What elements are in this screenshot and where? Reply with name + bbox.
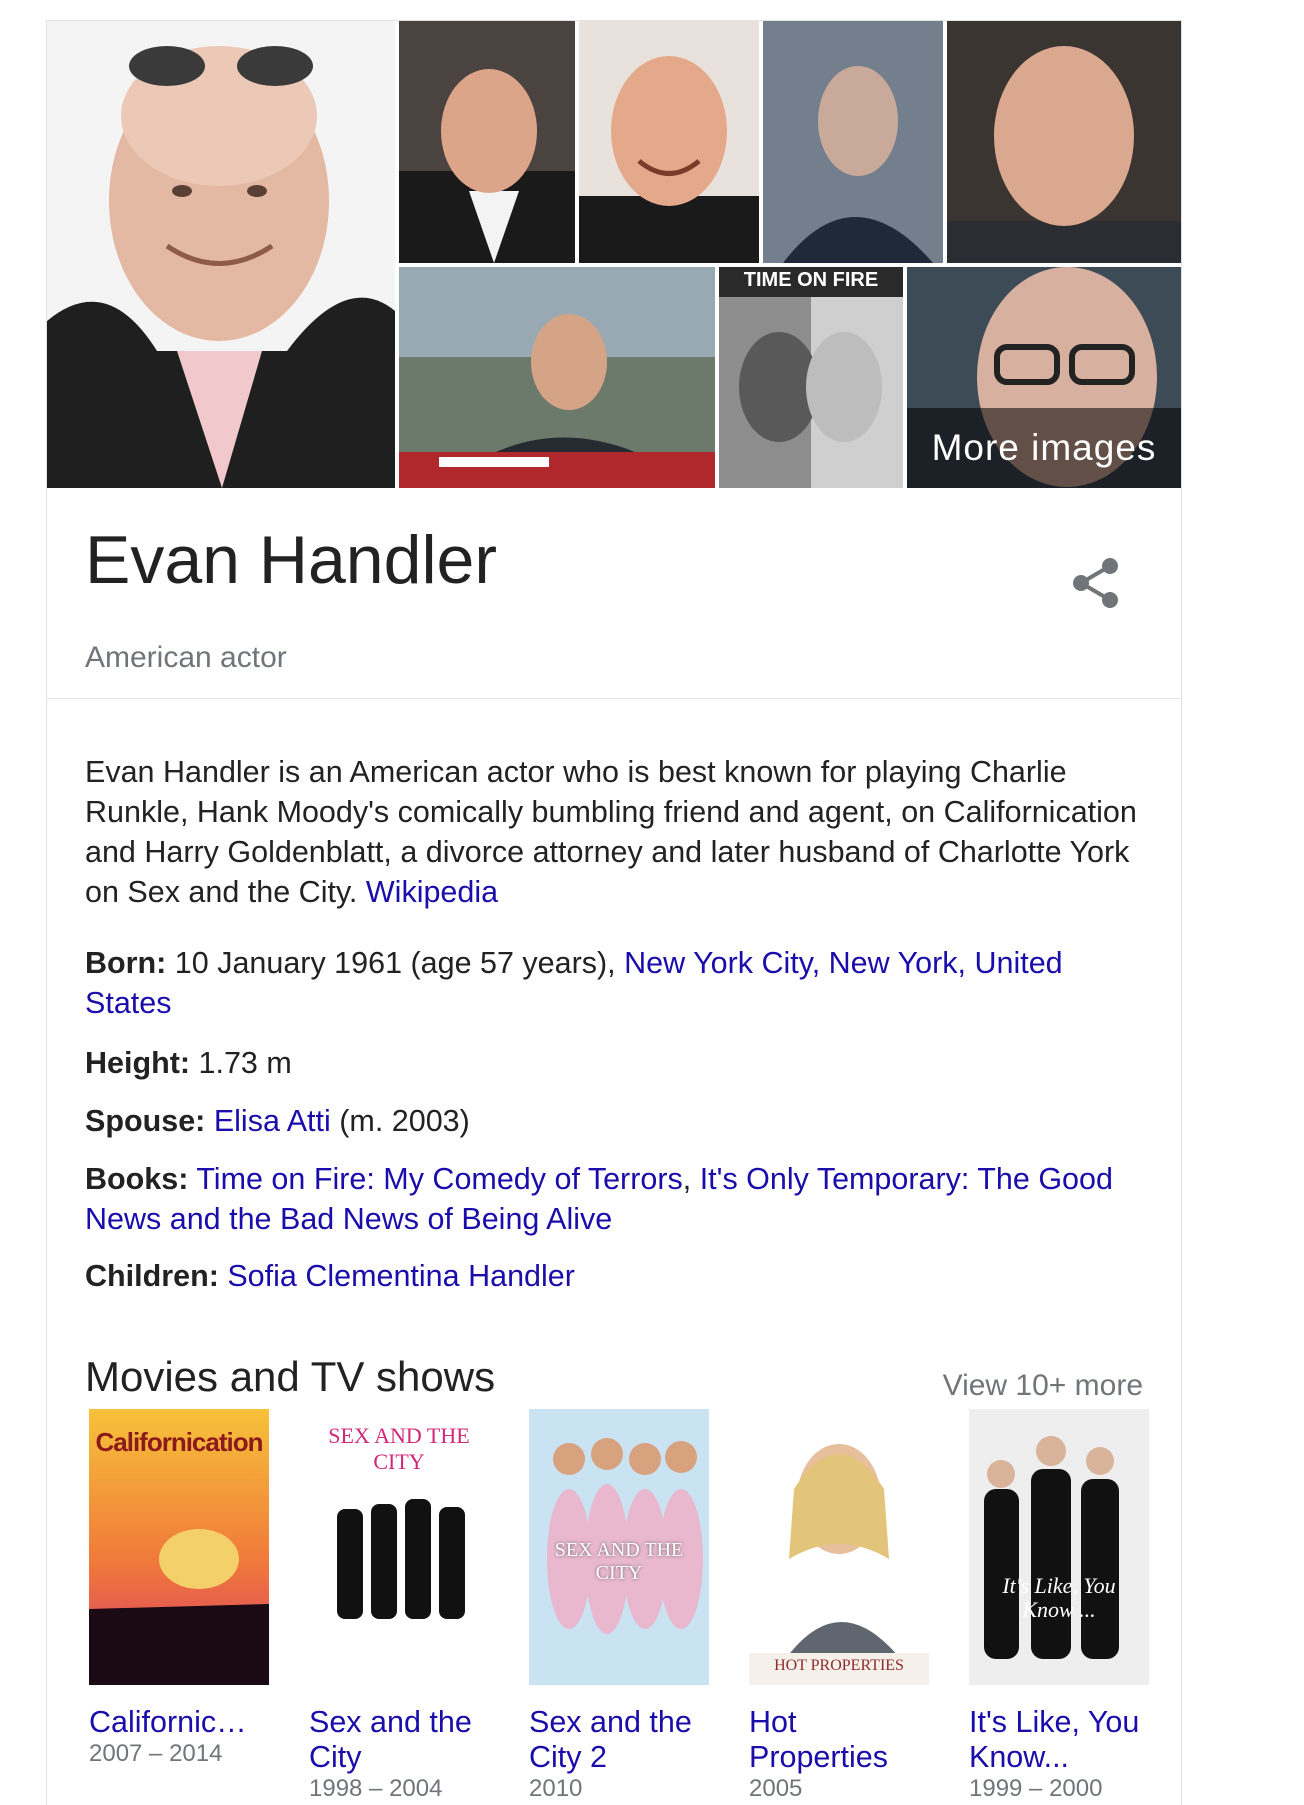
- gallery-image-3[interactable]: [579, 21, 759, 263]
- wikipedia-link[interactable]: Wikipedia: [366, 875, 498, 909]
- description-text: Evan Handler is an American actor who is…: [85, 755, 1137, 909]
- more-images-button[interactable]: More images: [907, 408, 1181, 488]
- poster-hot-properties[interactable]: HOT PROPERTIES: [749, 1409, 929, 1685]
- media-years: 1998 – 2004: [309, 1775, 443, 1802]
- media-title[interactable]: Californic…: [89, 1705, 269, 1740]
- description: Evan Handler is an American actor who is…: [85, 752, 1155, 912]
- poster-text: SEX AND THE CITY: [554, 1539, 684, 1584]
- gallery-image-7[interactable]: TIME ON FIRE: [719, 267, 903, 488]
- gallery-image-more[interactable]: More images: [907, 267, 1181, 488]
- media-title[interactable]: Sex and the City 2: [529, 1705, 709, 1775]
- fact-height: Height: 1.73 m: [85, 1043, 1155, 1083]
- fact-books: Books: Time on Fire: My Comedy of Terror…: [85, 1159, 1155, 1239]
- poster-text: HOT PROPERTIES: [774, 1657, 904, 1674]
- media-item-sex-and-the-city[interactable]: SEX AND THE CITY Sex and the City 1998 –…: [309, 1409, 489, 1803]
- fact-children-link[interactable]: Sofia Clementina Handler: [227, 1259, 575, 1293]
- media-title[interactable]: Hot Properties: [749, 1705, 929, 1775]
- view-more-link[interactable]: View 10+ more: [943, 1369, 1143, 1403]
- media-title[interactable]: Sex and the City: [309, 1705, 489, 1775]
- fact-born: Born: 10 January 1961 (age 57 years), Ne…: [85, 943, 1155, 1023]
- media-item-its-like-you-know[interactable]: It's Like, You Know ... It's Like, You K…: [969, 1409, 1149, 1803]
- media-years: 2005: [749, 1775, 803, 1802]
- fact-books-separator: ,: [682, 1162, 700, 1196]
- fact-book-link-1[interactable]: Time on Fire: My Comedy of Terrors: [196, 1162, 682, 1196]
- fact-children-label: Children:: [85, 1259, 219, 1293]
- gallery-image-5[interactable]: [947, 21, 1181, 263]
- media-title[interactable]: It's Like, You Know...: [969, 1705, 1149, 1775]
- media-item-californication[interactable]: Californication Californic… 2007 – 2014: [89, 1409, 269, 1768]
- poster-sex-and-the-city[interactable]: SEX AND THE CITY: [309, 1409, 489, 1685]
- poster-title-time-on-fire: TIME ON FIRE: [743, 269, 879, 291]
- fact-spouse-link[interactable]: Elisa Atti: [214, 1104, 331, 1138]
- media-item-hot-properties[interactable]: HOT PROPERTIES Hot Properties 2005: [749, 1409, 929, 1803]
- fact-spouse-label: Spouse:: [85, 1104, 206, 1138]
- knowledge-panel: TIME ON FIRE More images Evan Handler Am…: [46, 20, 1182, 1805]
- gallery-image-6[interactable]: [399, 267, 715, 488]
- fact-height-value: 1.73 m: [190, 1046, 292, 1080]
- gallery-image-2[interactable]: [399, 21, 575, 263]
- fact-spouse-value: (m. 2003): [330, 1104, 470, 1138]
- fact-height-label: Height:: [85, 1046, 191, 1080]
- media-item-sex-and-the-city-2[interactable]: SEX AND THE CITY Sex and the City 2 2010: [529, 1409, 709, 1803]
- share-icon[interactable]: [1066, 553, 1126, 613]
- poster-its-like-you-know[interactable]: It's Like, You Know ...: [969, 1409, 1149, 1685]
- poster-text: It's Like, You Know ...: [1002, 1573, 1116, 1622]
- entity-subtitle: American actor: [85, 641, 287, 674]
- main-portrait-image[interactable]: [47, 21, 395, 488]
- entity-title: Evan Handler: [85, 522, 498, 598]
- poster-text: Californication: [95, 1427, 263, 1457]
- poster-sex-and-the-city-2[interactable]: SEX AND THE CITY: [529, 1409, 709, 1685]
- media-years: 1999 – 2000: [969, 1775, 1103, 1802]
- media-years: 2010: [529, 1775, 583, 1802]
- poster-californication[interactable]: Californication: [89, 1409, 269, 1685]
- media-years: 2007 – 2014: [89, 1740, 223, 1767]
- fact-born-label: Born:: [85, 946, 167, 980]
- fact-spouse: Spouse: Elisa Atti (m. 2003): [85, 1101, 1155, 1141]
- section-title-movies: Movies and TV shows: [85, 1353, 496, 1400]
- fact-born-value: 10 January 1961 (age 57 years),: [166, 946, 625, 980]
- poster-text: SEX AND THE CITY: [328, 1423, 470, 1474]
- gallery-image-4[interactable]: [763, 21, 943, 263]
- fact-children: Children: Sofia Clementina Handler: [85, 1256, 1155, 1296]
- divider: [47, 698, 1181, 699]
- fact-books-label: Books:: [85, 1162, 189, 1196]
